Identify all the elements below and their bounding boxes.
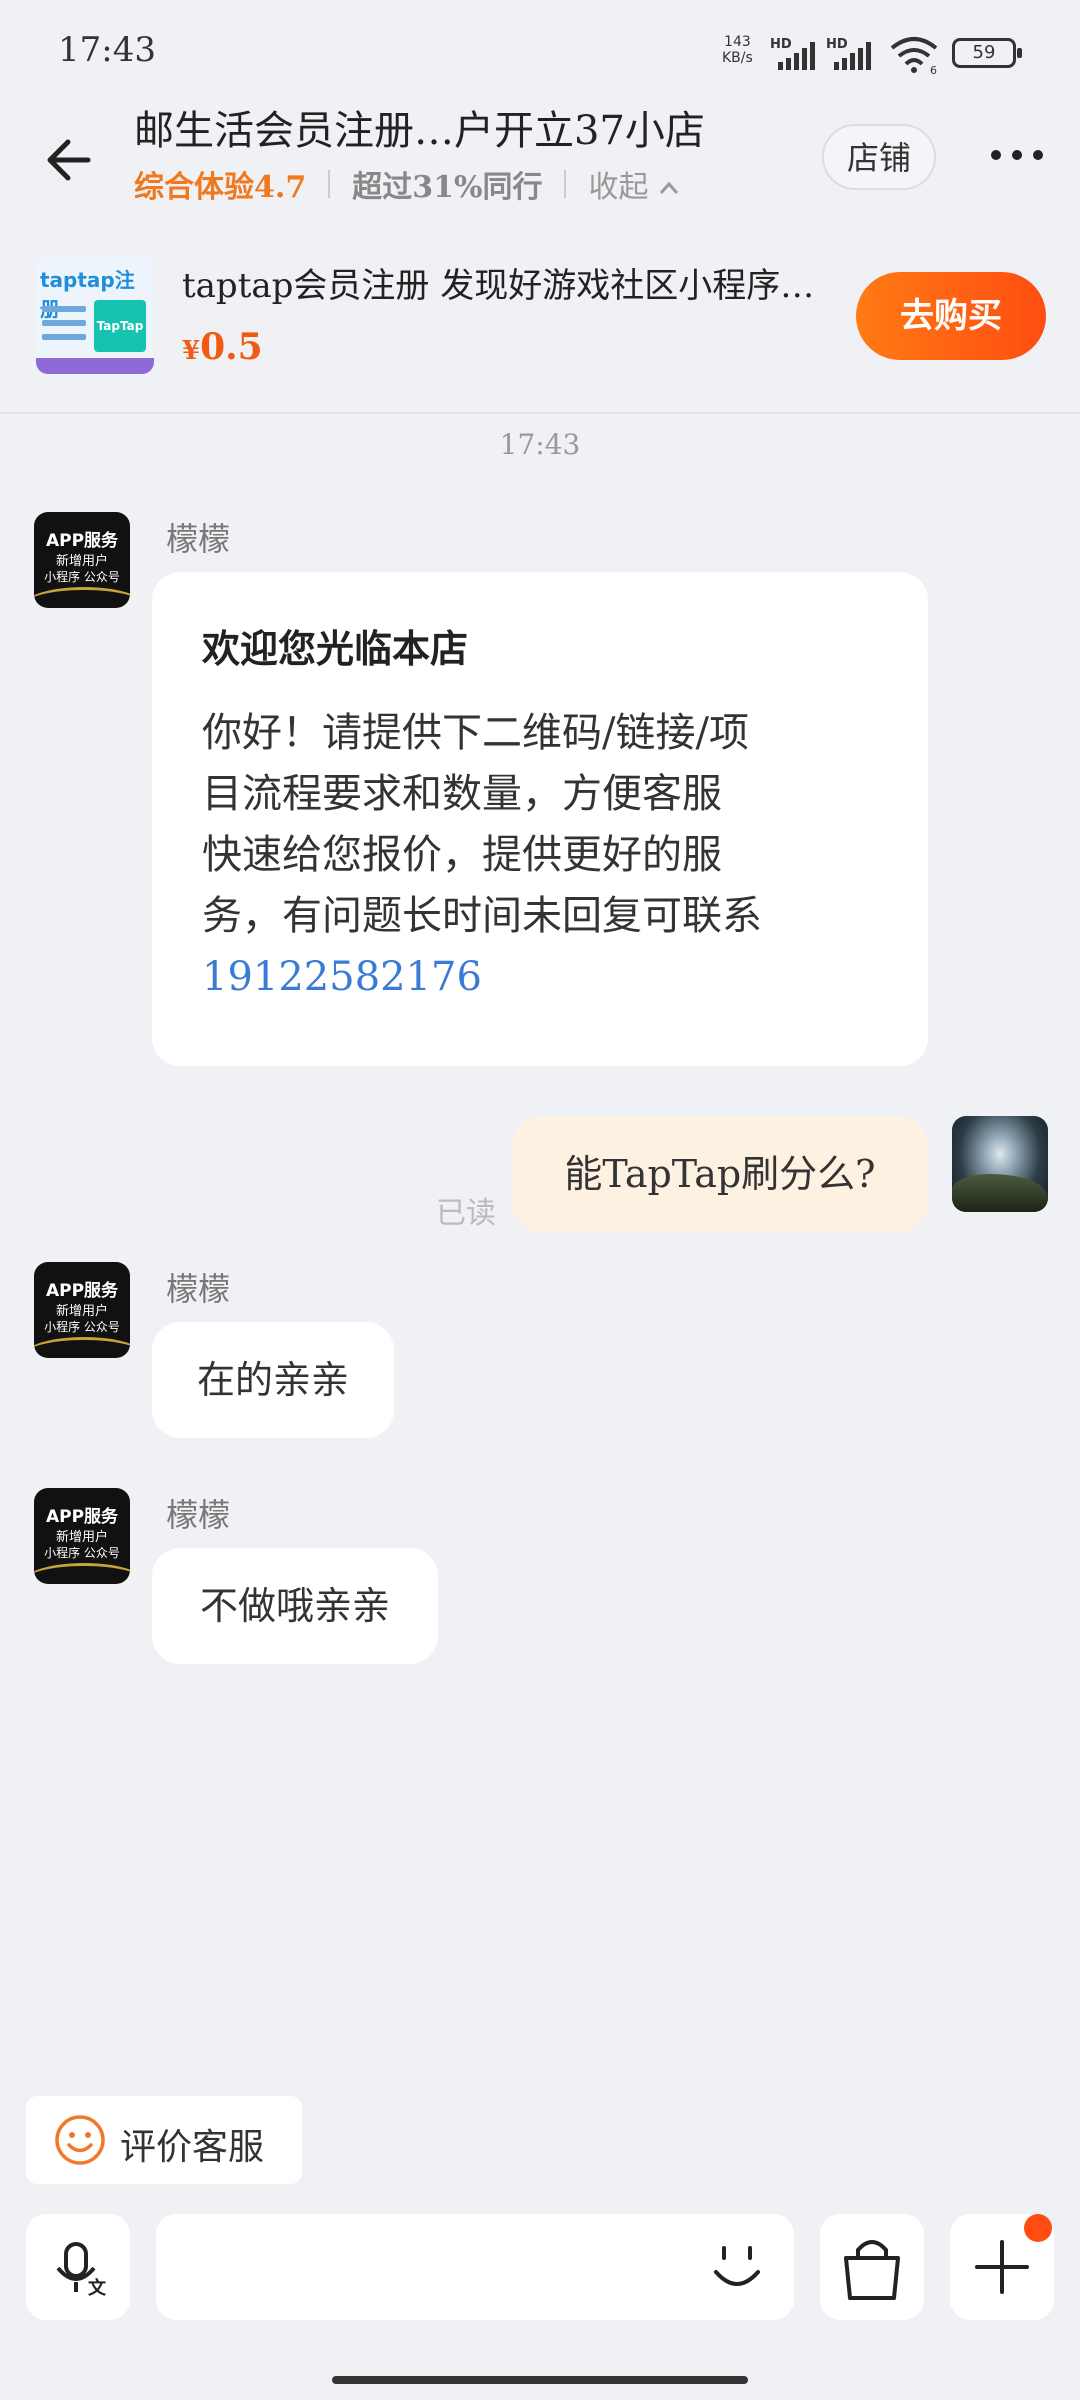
voice-button[interactable]: 文 <box>26 2214 130 2320</box>
notification-dot <box>1024 2214 1052 2242</box>
collapse-toggle[interactable]: 收起 <box>588 162 680 206</box>
welcome-title: 欢迎您光临本店 <box>202 626 469 671</box>
divider <box>564 170 567 198</box>
shopping-bag-icon <box>844 2240 900 2300</box>
phone-link[interactable]: 19122582176 <box>202 947 878 1008</box>
store-button[interactable]: 店铺 <box>822 124 936 190</box>
home-indicator[interactable] <box>332 2376 748 2384</box>
chat-timestamp: 17:43 <box>499 428 581 461</box>
svg-text:HD: HD <box>826 37 848 52</box>
svg-text:文: 文 <box>88 2277 107 2299</box>
emoji-icon[interactable] <box>704 2234 770 2300</box>
my-message: 能TapTap刷分么? <box>512 1116 928 1232</box>
welcome-message: 欢迎您光临本店 你好！请提供下二维码/链接/项 目流程要求和数量，方便客服 快速… <box>152 572 928 1066</box>
network-speed-unit: KB/s <box>722 50 753 66</box>
smile-icon <box>55 2115 105 2165</box>
sender-name: 檬檬 <box>166 1496 231 1534</box>
taptap-logo: TapTap <box>94 300 146 352</box>
shopping-bag-button[interactable] <box>820 2214 924 2320</box>
product-price: ¥0.5 <box>182 326 263 368</box>
rating-label: 综合体验4.7 <box>134 170 307 205</box>
shop-avatar[interactable]: APP服务 新增用户 小程序 公众号 <box>34 1262 130 1358</box>
shop-avatar[interactable]: APP服务 新增用户 小程序 公众号 <box>34 1488 130 1584</box>
collapse-label: 收起 <box>588 170 649 205</box>
status-bar: 17:43 143 KB/s HD HD 6 59 <box>0 0 1080 100</box>
wifi-icon: 6 <box>890 37 938 76</box>
network-speed-value: 143 <box>724 34 751 50</box>
more-icon[interactable] <box>990 140 1044 170</box>
evaluate-label: 评价客服 <box>120 2127 265 2168</box>
evaluate-service-button[interactable]: 评价客服 <box>26 2096 302 2184</box>
chevron-up-icon <box>659 181 679 194</box>
read-receipt: 已读 <box>436 1196 496 1231</box>
product-thumbnail: taptap注册 TapTap <box>36 256 154 374</box>
svg-text:HD: HD <box>770 37 792 52</box>
buy-button[interactable]: 去购买 <box>856 272 1046 360</box>
battery-indicator: 59 <box>952 38 1022 68</box>
svg-text:6: 6 <box>930 64 937 76</box>
divider <box>328 170 331 198</box>
my-avatar[interactable] <box>952 1116 1048 1212</box>
message-input[interactable] <box>156 2214 794 2320</box>
shop-subline: 综合体验4.7 超过31%同行 收起 <box>134 162 680 206</box>
back-arrow-icon[interactable] <box>40 130 100 190</box>
product-card[interactable]: taptap注册 TapTap taptap会员注册 发现好游戏社区小程序… ¥… <box>0 240 1080 414</box>
network-speed: 143 KB/s <box>722 34 753 66</box>
status-time: 17:43 <box>58 30 156 70</box>
product-title: taptap会员注册 发现好游戏社区小程序… <box>182 266 815 306</box>
reply-message-1: 在的亲亲 <box>152 1322 394 1438</box>
welcome-body: 你好！请提供下二维码/链接/项 目流程要求和数量，方便客服 快速给您报价，提供更… <box>202 703 878 1008</box>
peer-comparison: 超过31%同行 <box>352 170 543 205</box>
shop-title: 邮生活会员注册…户开立37小店 <box>134 108 705 154</box>
shop-avatar[interactable]: APP服务 新增用户 小程序 公众号 <box>34 512 130 608</box>
signal-icon-2: HD <box>826 37 871 70</box>
sender-name: 檬檬 <box>166 520 231 558</box>
microphone-icon: 文 <box>56 2242 107 2299</box>
reply-message-2: 不做哦亲亲 <box>152 1548 438 1664</box>
signal-icon: HD <box>770 37 815 70</box>
sender-name: 檬檬 <box>166 1270 231 1308</box>
